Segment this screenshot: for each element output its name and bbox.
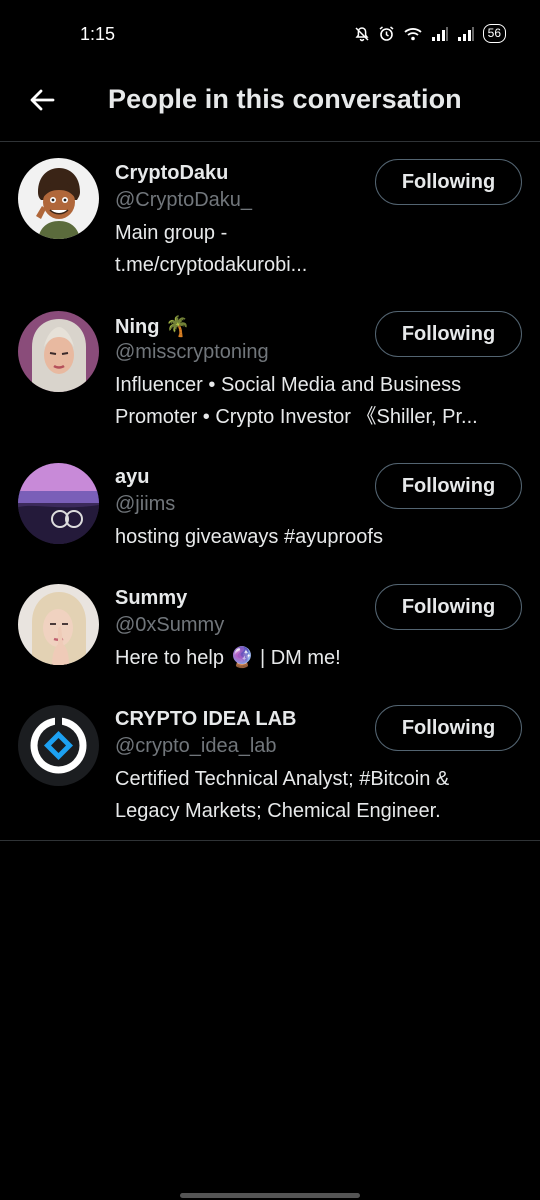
bio-line: Main group - [115, 222, 228, 244]
wifi-icon [403, 26, 423, 42]
home-indicator[interactable] [180, 1193, 360, 1198]
user-bio: Here to help 🔮 | DM me! [115, 642, 520, 674]
avatar[interactable] [18, 584, 99, 665]
user-row[interactable]: CRYPTO IDEA LAB @crypto_idea_lab Certifi… [0, 688, 540, 824]
avatar[interactable] [18, 463, 99, 544]
signal-icon [431, 26, 449, 42]
user-handle: @misscryptoning [115, 341, 269, 363]
header: People in this conversation [0, 68, 540, 142]
following-button[interactable]: Following [375, 705, 522, 751]
bio-line[interactable]: t.me/cryptodakurobi... [115, 249, 520, 281]
user-bio: Main group - t.me/cryptodakurobi... [115, 217, 520, 281]
avatar[interactable] [18, 705, 99, 786]
back-button[interactable] [22, 82, 62, 122]
following-button[interactable]: Following [375, 584, 522, 630]
bio-line: Promoter • Crypto Investor 《Shiller, Pr.… [115, 406, 478, 428]
user-name[interactable]: Ning 🌴 [115, 314, 190, 339]
bio-line: Certified Technical Analyst; #Bitcoin & [115, 768, 450, 790]
user-row[interactable]: Summy @0xSummy Here to help 🔮 | DM me! F… [0, 567, 540, 688]
user-handle: @jiims [115, 493, 176, 515]
user-bio: hosting giveaways #ayuproofs [115, 521, 520, 553]
bio-line: hosting giveaways #ayuproofs [115, 526, 383, 548]
user-name[interactable]: CryptoDaku [115, 162, 228, 185]
user-handle: @CryptoDaku_ [115, 189, 253, 211]
bell-muted-icon [354, 26, 370, 42]
user-name[interactable]: ayu [115, 466, 149, 489]
following-button[interactable]: Following [375, 159, 522, 205]
bio-line: Here to help 🔮 | DM me! [115, 647, 341, 669]
battery-icon: 56 [482, 24, 506, 43]
bio-line: Influencer • Social Media and Business [115, 374, 462, 396]
user-handle: @0xSummy [115, 614, 225, 636]
following-button[interactable]: Following [375, 311, 522, 357]
user-row[interactable]: CryptoDaku @CryptoDaku_ Main group - t.m… [0, 142, 540, 294]
status-icons: 56 [354, 24, 506, 43]
user-row[interactable]: ayu @jiims hosting giveaways #ayuproofs … [0, 446, 540, 567]
avatar[interactable] [18, 158, 99, 239]
page-title: People in this conversation [108, 84, 462, 114]
alarm-icon [378, 25, 395, 42]
signal-icon [457, 26, 475, 42]
people-list: CryptoDaku @CryptoDaku_ Main group - t.m… [0, 142, 540, 841]
arrow-left-icon [28, 86, 56, 119]
user-bio: Certified Technical Analyst; #Bitcoin & … [115, 763, 520, 827]
user-handle: @crypto_idea_lab [115, 735, 277, 757]
user-name[interactable]: Summy [115, 587, 187, 610]
status-time: 1:15 [80, 24, 116, 44]
avatar[interactable] [18, 311, 99, 392]
user-row[interactable]: Ning 🌴 @misscryptoning Influencer • Soci… [0, 294, 540, 446]
bio-line: Legacy Markets; Chemical Engineer. [115, 800, 441, 822]
user-bio: Influencer • Social Media and Business P… [115, 369, 520, 433]
following-button[interactable]: Following [375, 463, 522, 509]
status-bar: 1:15 56 [0, 0, 540, 68]
user-name[interactable]: CRYPTO IDEA LAB [115, 708, 297, 731]
